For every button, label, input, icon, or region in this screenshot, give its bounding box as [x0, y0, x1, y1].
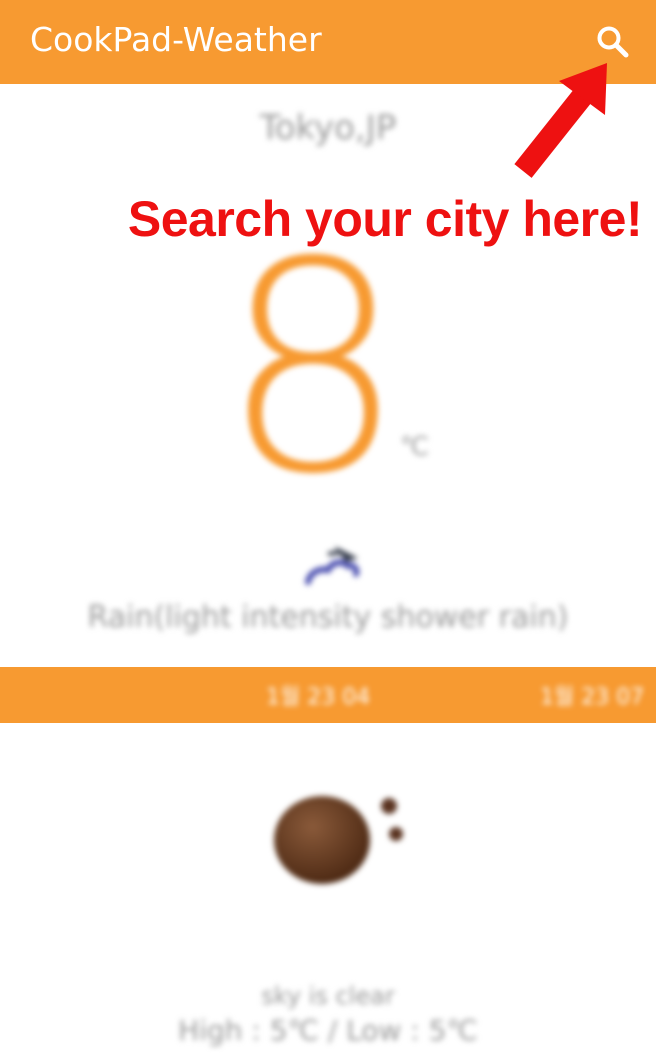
forecast-high-low: High : 5℃ / Low : 5℃ [178, 1014, 478, 1047]
weather-description: Rain(light intensity shower rain) [87, 600, 569, 635]
forecast-tab[interactable]: 1월 23 07 [540, 679, 644, 711]
clear-sky-moon-icon [274, 796, 403, 884]
rain-cloud-icon [305, 546, 360, 585]
forecast-tab[interactable]: 1월 23 04 [266, 679, 370, 711]
forecast-tabs: 1월 23 04 1월 23 07 [0, 667, 656, 723]
temperature-unit: ℃ [400, 432, 430, 462]
current-temperature: 8 [220, 201, 406, 538]
forecast-description: sky is clear [261, 982, 395, 1010]
annotation-text: Search your city here! [127, 191, 643, 247]
annotation-arrow-icon [514, 63, 607, 178]
app-title: CookPad-Weather [30, 20, 322, 59]
